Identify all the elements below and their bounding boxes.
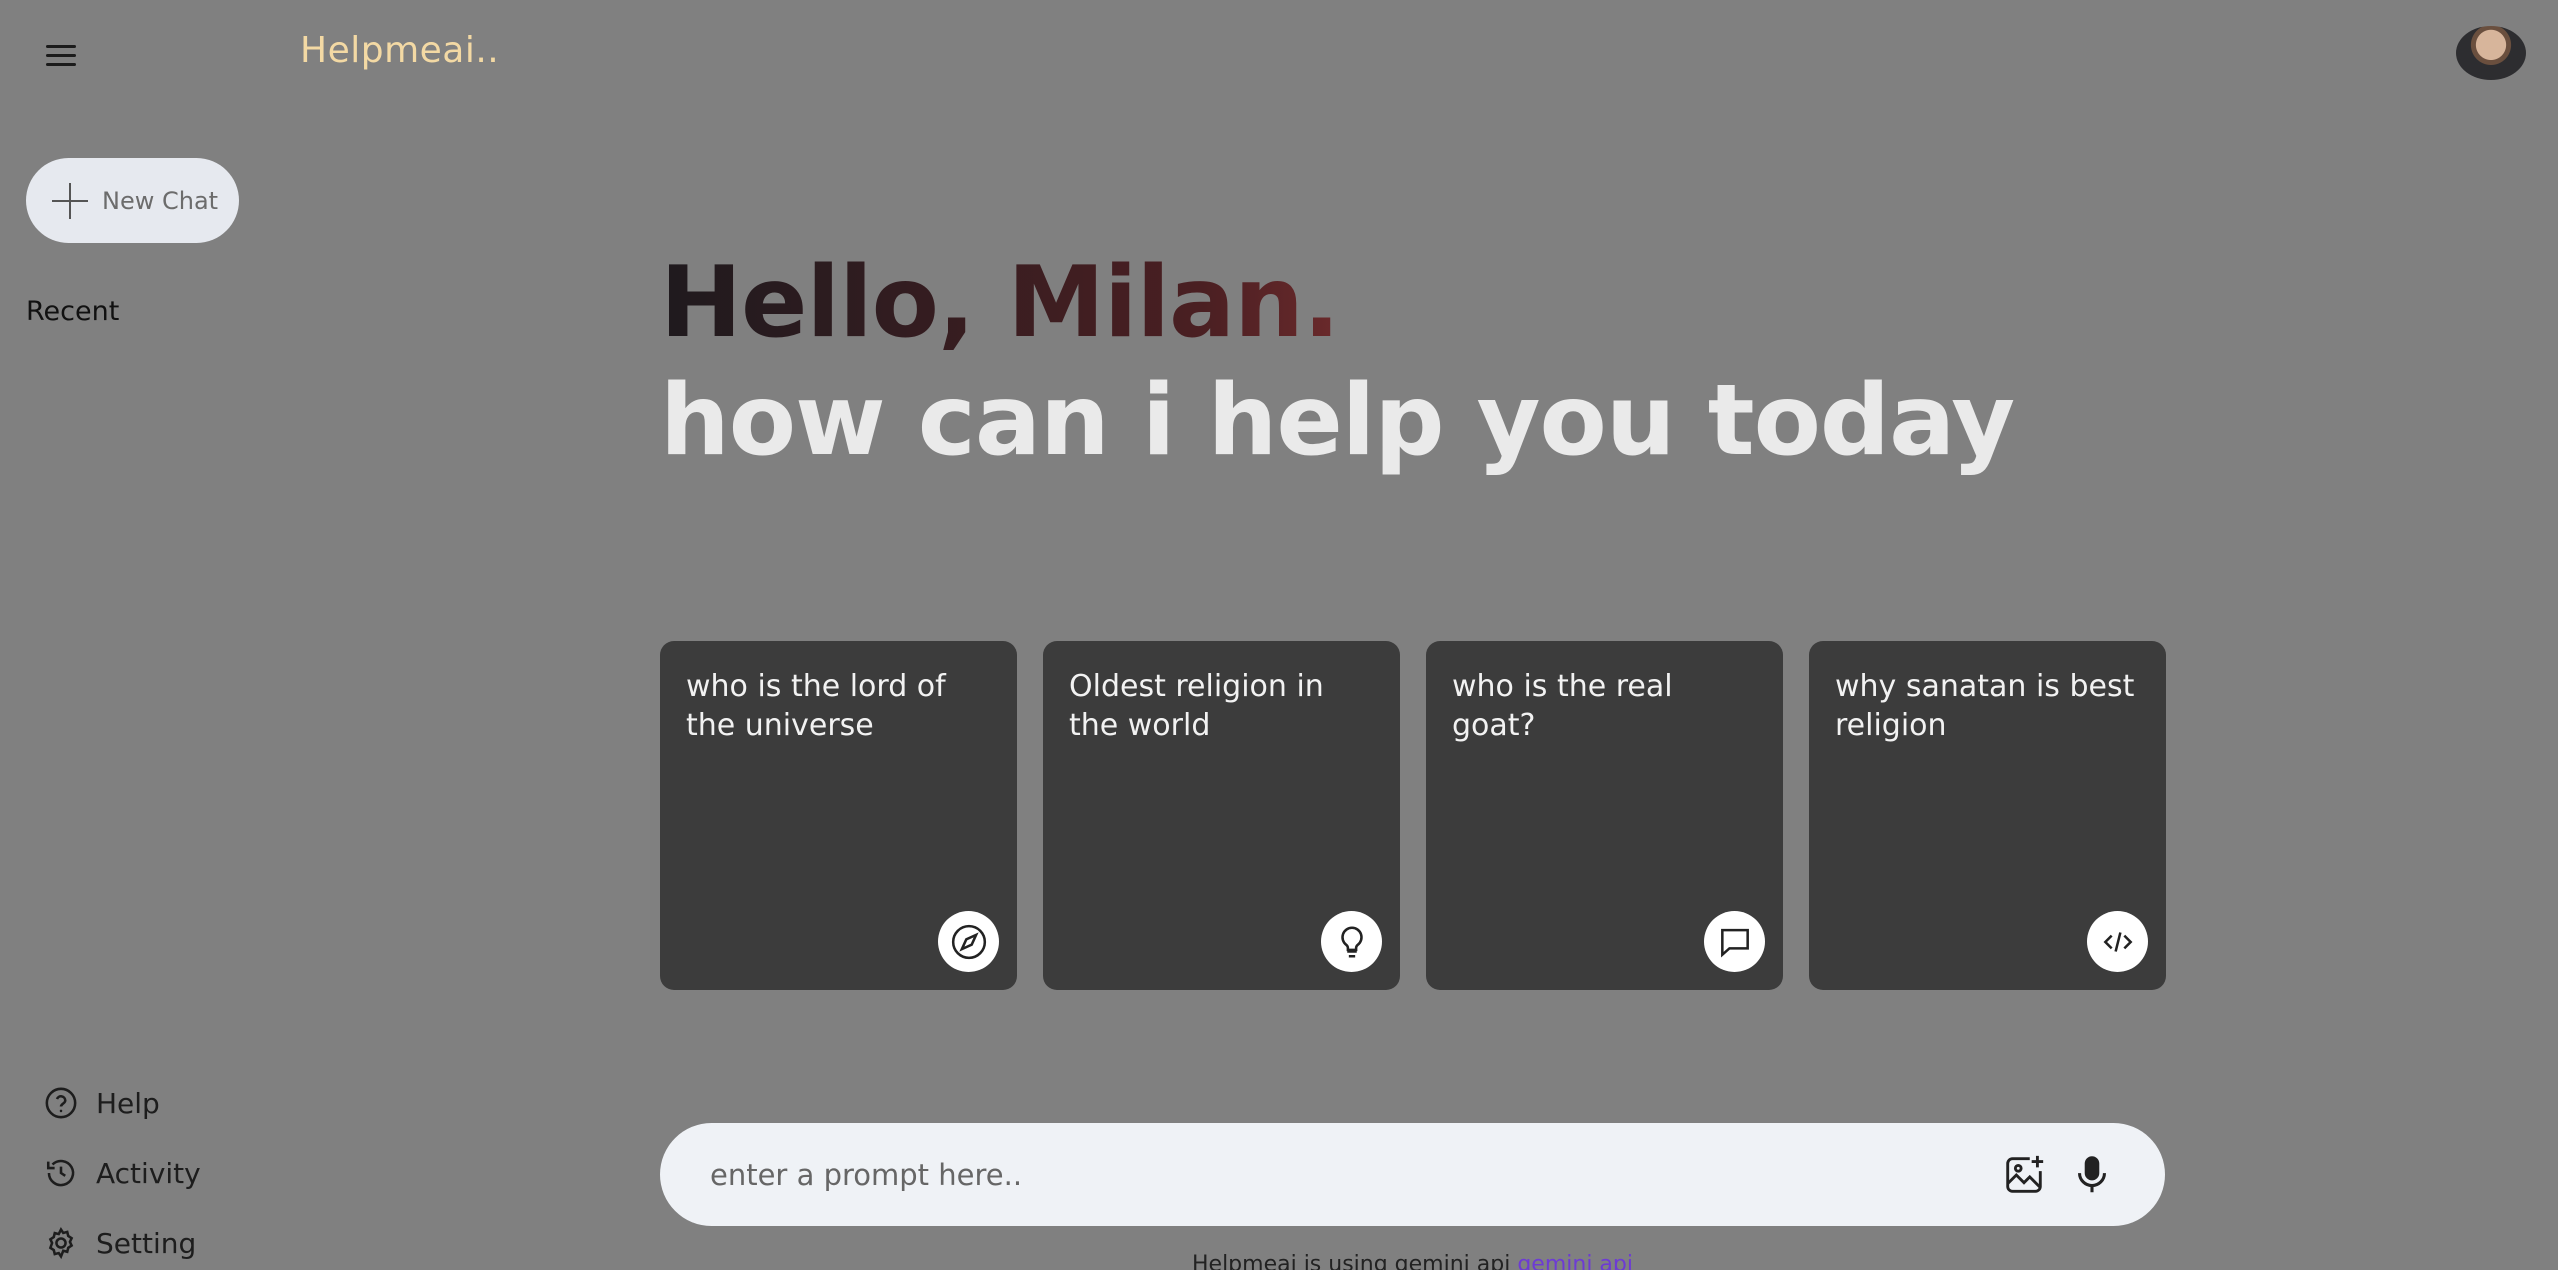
image-upload-icon[interactable] bbox=[2001, 1152, 2047, 1198]
prompt-input[interactable] bbox=[710, 1157, 2001, 1192]
greeting: Hello, Milan. how can i help you today bbox=[660, 245, 2015, 480]
suggestion-cards: who is the lord of the universe Oldest r… bbox=[660, 641, 2166, 990]
footer-text: Helpmeai is using gemini api bbox=[1191, 1252, 1511, 1270]
greeting-subtitle: how can i help you today bbox=[660, 363, 2015, 478]
avatar[interactable] bbox=[2456, 26, 2526, 80]
footer-link[interactable]: gemini api bbox=[1517, 1252, 1633, 1270]
sidebar-item-label: Help bbox=[96, 1086, 160, 1120]
compass-icon bbox=[938, 911, 999, 972]
card-text: who is the lord of the universe bbox=[686, 669, 946, 743]
microphone-icon[interactable] bbox=[2069, 1152, 2115, 1198]
sidebar-item-label: Activity bbox=[96, 1156, 201, 1190]
suggestion-card[interactable]: why sanatan is best religion bbox=[1809, 641, 2166, 990]
new-chat-button[interactable]: New Chat bbox=[26, 158, 239, 243]
footer-note: Helpmeai is using gemini api gemini api bbox=[0, 1252, 2558, 1270]
app-root: New Chat Recent Help Activity Setting He… bbox=[0, 0, 2558, 1270]
prompt-bar bbox=[660, 1123, 2165, 1226]
suggestion-card[interactable]: who is the lord of the universe bbox=[660, 641, 1017, 990]
card-text: who is the real goat? bbox=[1452, 669, 1673, 743]
menu-icon[interactable] bbox=[40, 34, 82, 76]
sidebar-item-activity[interactable]: Activity bbox=[44, 1138, 201, 1208]
lightbulb-icon bbox=[1321, 911, 1382, 972]
code-icon bbox=[2087, 911, 2148, 972]
card-text: Oldest religion in the world bbox=[1069, 669, 1324, 743]
brand-title: Helpmeai.. bbox=[300, 30, 500, 71]
help-circle-icon bbox=[45, 1087, 77, 1119]
suggestion-card[interactable]: Oldest religion in the world bbox=[1043, 641, 1400, 990]
suggestion-card[interactable]: who is the real goat? bbox=[1426, 641, 1783, 990]
prompt-actions bbox=[2001, 1152, 2115, 1198]
greeting-hello: Hello, Milan. bbox=[660, 245, 2014, 363]
plus-icon bbox=[52, 182, 88, 219]
sidebar-bottom: Help Activity Setting bbox=[44, 1068, 201, 1270]
new-chat-label: New Chat bbox=[102, 186, 219, 215]
card-text: why sanatan is best religion bbox=[1835, 669, 2135, 743]
sidebar-item-help[interactable]: Help bbox=[44, 1068, 201, 1138]
message-icon bbox=[1704, 911, 1765, 972]
recent-heading: Recent bbox=[26, 296, 120, 327]
history-icon bbox=[46, 1159, 75, 1187]
